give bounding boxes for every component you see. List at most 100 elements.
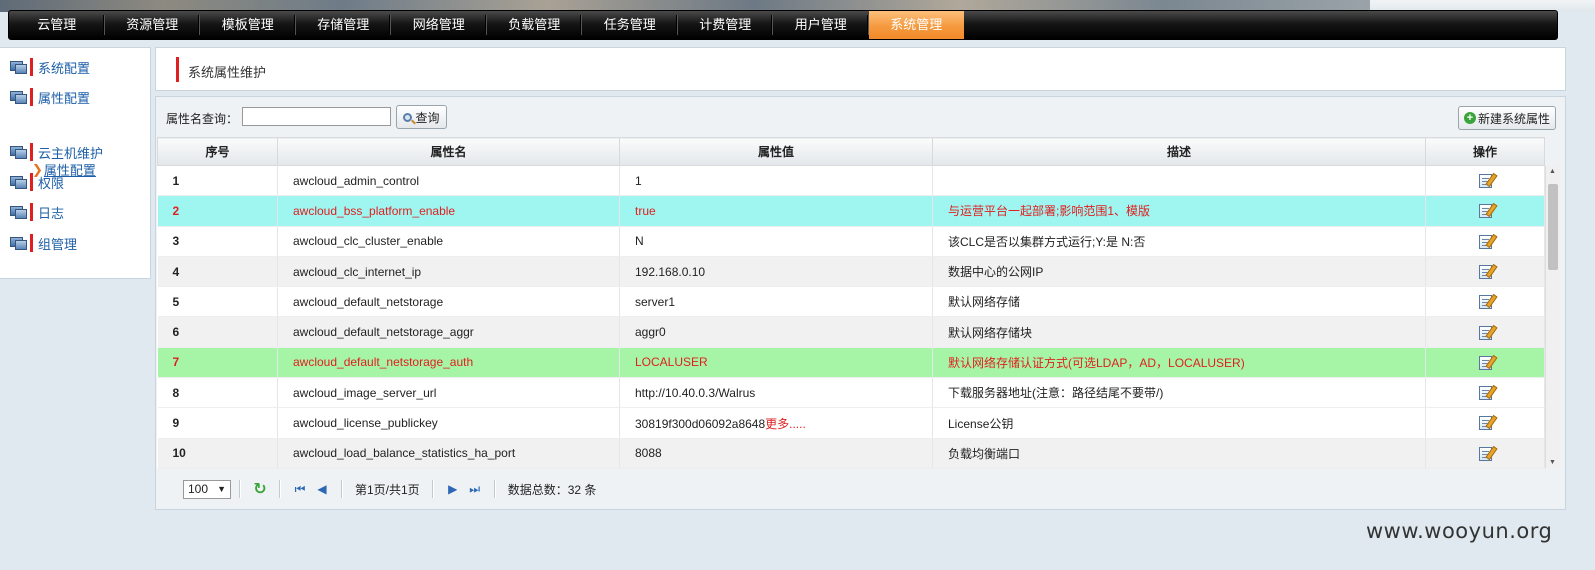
cell-value-text: 30819f300d06092a8648 bbox=[635, 416, 766, 431]
cell-name: awcloud_clc_cluster_enable bbox=[277, 226, 620, 257]
refresh-icon[interactable]: ↻ bbox=[252, 481, 268, 498]
sidebar-accent-bar bbox=[30, 58, 33, 76]
last-page-icon[interactable]: ⏭ bbox=[467, 481, 483, 497]
table-row[interactable]: 7 awcloud_default_netstorage_auth LOCALUSE… bbox=[157, 347, 1545, 379]
column-header-no[interactable]: 序号 bbox=[157, 137, 278, 166]
computer-icon bbox=[10, 205, 27, 219]
search-icon bbox=[403, 112, 413, 122]
search-button[interactable]: 查询 bbox=[396, 105, 447, 129]
prev-page-icon[interactable]: ◀ bbox=[314, 481, 330, 497]
search-button-label: 查询 bbox=[415, 110, 440, 125]
cell-value: aggr0 bbox=[619, 316, 933, 348]
cell-value: N bbox=[619, 226, 933, 257]
sidebar-accent-bar bbox=[30, 203, 33, 221]
sidebar-item-label: 属性配置 bbox=[38, 90, 91, 106]
sidebar-accent-bar bbox=[30, 173, 33, 191]
cell-value-text: 1 bbox=[635, 173, 642, 188]
nav-tab-2[interactable]: 模板管理 bbox=[200, 11, 296, 39]
table-row[interactable]: 2 awcloud_bss_platform_enable true 与运营平台一起部… bbox=[157, 195, 1545, 227]
next-page-icon[interactable]: ▶ bbox=[445, 481, 461, 497]
pager-separator bbox=[493, 480, 496, 498]
edit-icon[interactable] bbox=[1478, 325, 1492, 340]
more-link[interactable]: 更多..... bbox=[765, 417, 806, 431]
new-system-property-button[interactable]: + 新建系统属性 bbox=[1458, 106, 1556, 130]
sidebar-accent-bar bbox=[30, 143, 33, 161]
edit-icon[interactable] bbox=[1478, 386, 1492, 401]
table-row[interactable]: 9 awcloud_license_publickey 30819f300d0609… bbox=[157, 407, 1545, 439]
sidebar-item-4[interactable]: 日志 bbox=[10, 201, 64, 223]
table-row[interactable]: 1 awcloud_admin_control 1 bbox=[157, 165, 1545, 197]
sidebar-item-2[interactable]: 云主机维护 bbox=[10, 141, 103, 163]
edit-icon[interactable] bbox=[1478, 264, 1492, 279]
title-accent-bar bbox=[176, 57, 179, 82]
nav-tab-3[interactable]: 存储管理 bbox=[296, 11, 391, 39]
edit-icon[interactable] bbox=[1478, 204, 1492, 219]
nav-tab-0[interactable]: 云管理 bbox=[9, 11, 105, 39]
page-title: 系统属性维护 bbox=[188, 65, 267, 80]
cell-no: 1 bbox=[157, 165, 278, 197]
scroll-down-icon[interactable]: ▼ bbox=[1549, 459, 1556, 466]
column-header-action: 操作 bbox=[1425, 137, 1545, 166]
edit-icon[interactable] bbox=[1478, 446, 1492, 461]
sidebar-item-1[interactable]: 属性配置 bbox=[10, 86, 90, 108]
nav-tab-label: 负载管理 bbox=[508, 17, 561, 32]
sidebar-item-5[interactable]: 组管理 bbox=[10, 232, 77, 254]
edit-icon[interactable] bbox=[1478, 355, 1492, 370]
watermark: www.wooyun.org bbox=[1366, 519, 1553, 543]
column-header-value[interactable]: 属性值 bbox=[619, 137, 933, 166]
cell-desc: 数据中心的公网IP bbox=[932, 256, 1426, 288]
cell-desc: 默认网络存储块 bbox=[932, 316, 1426, 348]
cell-name: awcloud_clc_internet_ip bbox=[277, 256, 620, 288]
edit-icon[interactable] bbox=[1478, 174, 1492, 189]
cell-desc: 负载均衡端口 bbox=[932, 438, 1426, 469]
cell-action bbox=[1425, 347, 1545, 379]
cell-desc: 该CLC是否以集群方式运行;Y:是 N:否 bbox=[932, 226, 1426, 257]
scrollbar-thumb[interactable] bbox=[1548, 184, 1558, 270]
edit-icon[interactable] bbox=[1478, 295, 1492, 310]
nav-tab-label: 计费管理 bbox=[699, 17, 752, 32]
sidebar-accent-bar bbox=[30, 234, 33, 252]
property-name-search-input[interactable] bbox=[242, 107, 391, 126]
column-header-desc[interactable]: 描述 bbox=[932, 137, 1426, 166]
page-size-select[interactable]: 100 ▼ bbox=[183, 479, 231, 499]
cell-value-text: N bbox=[635, 234, 644, 249]
table-scrollbar[interactable]: ▲ ▼ bbox=[1545, 166, 1560, 468]
cell-action bbox=[1425, 377, 1545, 409]
table-row[interactable]: 3 awcloud_clc_cluster_enable N 该CLC是否以集群方式运… bbox=[157, 226, 1545, 257]
cell-no: 3 bbox=[157, 226, 278, 257]
sidebar-item-3[interactable]: 权限 bbox=[10, 171, 64, 193]
table-row[interactable]: 8 awcloud_image_server_url http://10.40.0.… bbox=[157, 377, 1545, 409]
table-row[interactable]: 6 awcloud_default_netstorage_aggr aggr0 默认网… bbox=[157, 316, 1545, 348]
edit-icon[interactable] bbox=[1478, 234, 1492, 249]
search-label: 属性名查询： bbox=[166, 112, 239, 126]
column-header-name[interactable]: 属性名 bbox=[277, 137, 620, 166]
cell-action bbox=[1425, 407, 1545, 439]
cell-value: true bbox=[619, 195, 933, 227]
scroll-up-icon[interactable]: ▲ bbox=[1549, 168, 1556, 175]
cell-action bbox=[1425, 316, 1545, 348]
cell-desc: License公钥 bbox=[932, 407, 1426, 439]
table-row[interactable]: 4 awcloud_clc_internet_ip 192.168.0.10 数据中心… bbox=[157, 256, 1545, 288]
cell-action bbox=[1425, 165, 1545, 197]
edit-icon[interactable] bbox=[1478, 416, 1492, 431]
cell-name: awcloud_default_netstorage_auth bbox=[277, 347, 620, 379]
nav-tab-8[interactable]: 用户管理 bbox=[773, 11, 869, 39]
table-row[interactable]: 10 awcloud_load_balance_statistics_ha_por… bbox=[157, 438, 1545, 469]
nav-tab-4[interactable]: 网络管理 bbox=[391, 11, 487, 39]
cell-no: 4 bbox=[157, 256, 278, 288]
nav-tab-6[interactable]: 任务管理 bbox=[582, 11, 678, 39]
cell-desc: 默认网络存储认证方式(可选LDAP，AD，LOCALUSER) bbox=[932, 347, 1426, 379]
cell-name: awcloud_bss_platform_enable bbox=[277, 195, 620, 227]
nav-tab-1[interactable]: 资源管理 bbox=[105, 11, 200, 39]
nav-tab-5[interactable]: 负载管理 bbox=[487, 11, 582, 39]
first-page-icon[interactable]: ⏮ bbox=[292, 481, 308, 497]
cell-action bbox=[1425, 438, 1545, 469]
nav-tab-7[interactable]: 计费管理 bbox=[678, 11, 773, 39]
computer-icon bbox=[10, 60, 27, 74]
cell-value-text: server1 bbox=[635, 294, 676, 309]
table-row[interactable]: 5 awcloud_default_netstorage server1 默认网络存储 bbox=[157, 286, 1545, 318]
cell-value-text: http://10.40.0.3/Walrus bbox=[635, 385, 756, 400]
cell-action bbox=[1425, 286, 1545, 318]
nav-tab-9[interactable]: 系统管理 bbox=[868, 11, 964, 39]
sidebar-item-0[interactable]: 系统配置 bbox=[10, 56, 90, 78]
